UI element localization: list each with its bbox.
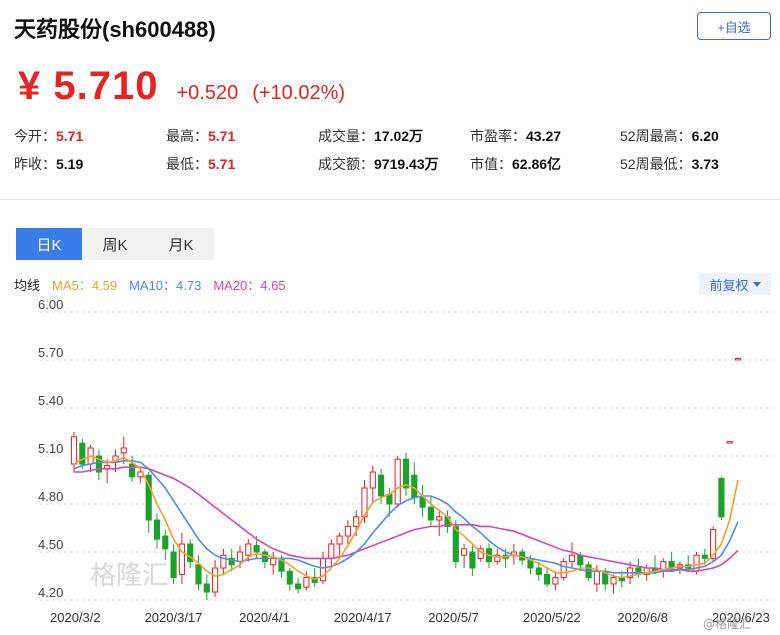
candle-body	[544, 573, 551, 585]
candle-body	[419, 497, 426, 508]
price-change-percent: (+10.02%)	[252, 82, 346, 104]
candle-body	[270, 557, 277, 566]
stat-pe: 市盈率：43.27	[470, 128, 562, 144]
y-tick-label: 5.70	[38, 345, 63, 360]
candle-body	[286, 570, 293, 585]
ma10-value: MA10：4.73	[129, 278, 202, 293]
stats-panel: 今开：5.71 最高：5.71 成交量：17.02万 市盈率：43.27 52周…	[14, 126, 774, 182]
current-price: ¥ 5.710	[18, 64, 159, 108]
candle-body	[245, 543, 252, 556]
candle-body	[120, 447, 127, 454]
candle-body	[560, 561, 567, 579]
y-tick-label: 5.10	[38, 441, 63, 456]
y-tick-label: 4.80	[38, 489, 63, 504]
price-change: +0.520	[176, 82, 239, 104]
candle-body	[593, 570, 600, 585]
x-axis-labels: 2020/3/2 2020/3/17 2020/4/1 2020/4/17 2020/5…	[50, 610, 770, 625]
candle-body	[236, 551, 244, 563]
candle-body	[162, 535, 169, 550]
caret-down-icon	[752, 281, 761, 287]
ma5-value: MA5：4.59	[52, 278, 118, 293]
candle-body	[328, 543, 335, 559]
stat-market-cap: 市值：62.86亿	[470, 156, 562, 172]
candle-body	[535, 567, 542, 575]
watermark-text: 格隆汇	[90, 561, 168, 591]
x-tick-label: 2020/4/17	[334, 610, 392, 625]
ma-label: 均线	[14, 278, 41, 293]
candle-body	[734, 357, 742, 361]
price-adjust-dropdown[interactable]: 前复权	[699, 273, 771, 295]
section-divider	[0, 199, 780, 200]
candle-body	[461, 548, 468, 556]
candle-body	[212, 567, 219, 593]
chart-grid: 6.00 5.70 5.40 5.10 4.80 4.50 4.20	[38, 297, 774, 601]
add-watchlist-button[interactable]: +自选	[697, 12, 771, 40]
tab-monthly[interactable]: 月K	[148, 228, 214, 260]
candle-body	[427, 506, 434, 521]
watermark-corner: @格隆汇	[703, 616, 751, 631]
candle-body	[402, 458, 410, 489]
stat-high: 最高：5.71	[166, 128, 236, 144]
x-tick-label: 2020/5/7	[428, 610, 479, 625]
candle-body	[153, 519, 161, 540]
stat-volume: 成交量：17.02万	[318, 128, 424, 144]
candle-body	[344, 525, 351, 537]
x-tick-label: 2020/3/2	[50, 610, 101, 625]
candle-body	[394, 458, 401, 505]
y-tick-label: 5.40	[38, 393, 63, 408]
candle-body	[170, 551, 177, 579]
stat-open: 今开：5.71	[14, 128, 84, 144]
stat-turnover: 成交额：9719.43万	[318, 156, 439, 172]
candle-body	[253, 545, 260, 553]
candle-body	[195, 564, 202, 585]
candle-body	[336, 535, 343, 545]
candle-body	[303, 577, 310, 588]
candle-body	[261, 551, 268, 563]
candle-body	[610, 577, 617, 585]
x-tick-label: 2020/6/8	[617, 610, 668, 625]
candle-body	[369, 471, 376, 489]
stats-row-2: 昨收：5.19 最低：5.71 成交额：9719.43万 市值：62.86亿 5…	[14, 154, 774, 182]
candle-body	[718, 477, 725, 518]
candle-body	[701, 554, 708, 559]
stat-prev-close: 昨收：5.19	[14, 156, 84, 172]
candle-body	[552, 577, 559, 585]
stat-52w-low: 52周最低：3.73	[620, 156, 719, 172]
candle-body	[378, 474, 385, 497]
quote-row: ¥ 5.710 +0.520 (+10.02%)	[18, 58, 345, 108]
candle-body	[295, 583, 302, 590]
candle-body	[129, 463, 136, 478]
y-tick-label: 4.20	[38, 585, 63, 600]
candle-body	[577, 554, 584, 566]
candle-body	[203, 583, 210, 593]
ma-legend: 均线 MA5：4.59 MA10：4.73 MA20：4.65	[14, 275, 286, 294]
candle-body	[353, 516, 360, 527]
ma20-value: MA20：4.65	[213, 278, 286, 293]
candle-body	[469, 551, 476, 569]
tab-weekly[interactable]: 周K	[82, 228, 148, 260]
x-tick-label: 2020/3/17	[145, 610, 203, 625]
y-tick-label: 4.50	[38, 537, 63, 552]
period-tabs: 日K 周K 月K	[16, 228, 214, 260]
page-title: 天药股份(sh600488)	[14, 17, 216, 42]
candle-body	[411, 474, 418, 499]
candlestick-chart[interactable]: 6.005.705.405.104.804.504.20 2020/3/2 202…	[0, 296, 780, 635]
candle-body	[436, 516, 443, 521]
x-tick-label: 2020/4/1	[239, 610, 290, 625]
x-tick-label: 2020/5/22	[523, 610, 581, 625]
candles	[70, 357, 742, 600]
stat-low: 最低：5.71	[166, 156, 236, 172]
y-tick-label: 6.00	[38, 297, 63, 312]
stat-52w-high: 52周最高：6.20	[620, 128, 719, 144]
stats-row-1: 今开：5.71 最高：5.71 成交量：17.02万 市盈率：43.27 52周…	[14, 126, 774, 154]
price-adjust-label: 前复权	[709, 277, 749, 293]
tab-daily[interactable]: 日K	[16, 228, 82, 260]
candle-body	[568, 554, 576, 563]
candle-body	[70, 436, 78, 465]
candle-body	[726, 441, 733, 444]
